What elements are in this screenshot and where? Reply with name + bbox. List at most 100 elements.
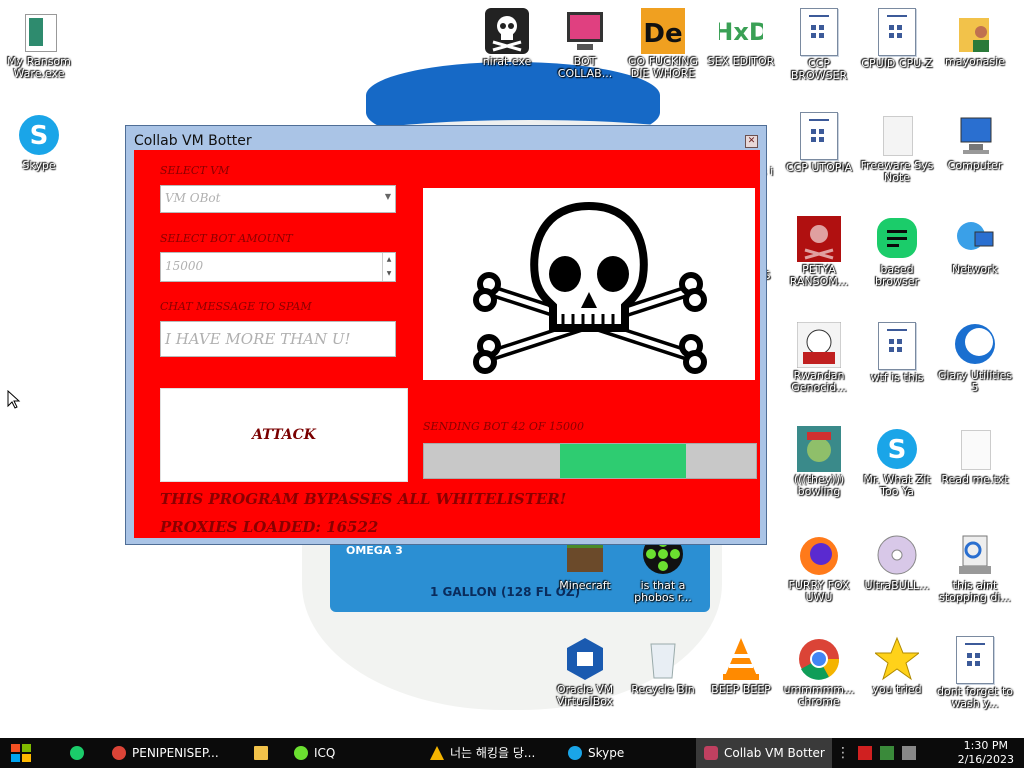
desktop-icon-mayonasie[interactable]: mayonasie [936,8,1014,68]
desktop-icon-furry-fox[interactable]: FURRY FOX UWU [780,532,858,604]
bot-amount-label: SELECT BOT AMOUNT [160,232,293,245]
spin-down-icon[interactable]: ▼ [383,267,395,281]
windows-logo-icon [11,744,31,762]
chat-message-label: CHAT MESSAGE TO SPAM [160,300,312,313]
desktop-icon-computer[interactable]: Computer [936,112,1014,172]
desktop-icon-based-browser[interactable]: based browser [858,216,936,288]
bot-amount-stepper[interactable]: 15000 ▲ ▼ [160,252,396,282]
star-icon [873,636,921,682]
desktop-icon-dont-forget[interactable]: dont forget to wash y... [936,636,1014,710]
taskbar-item-skype[interactable]: Skype [562,738,688,768]
close-icon: ✕ [747,136,756,146]
spinner-buttons[interactable]: ▲ ▼ [382,253,395,281]
window-title: Collab VM Botter [134,133,252,149]
desktop-icon-ultrabull[interactable]: UltraBULL... [858,532,936,592]
recycle-bin-icon [641,636,685,682]
spin-up-icon[interactable]: ▲ [383,253,395,267]
chat-message-input[interactable]: I HAVE MORE THAN U! [160,321,396,357]
desktop-icon-ransomware[interactable]: My Ransom Ware.exe [0,8,78,80]
disc-icon [875,532,919,578]
desktop-icon-recycle-bin[interactable]: Recycle Bin [624,636,702,696]
volume-icon[interactable] [901,746,916,760]
document-icon [878,322,916,370]
desktop-icon-skype[interactable]: S Skype [0,112,78,172]
select-vm-dropdown[interactable]: VM OBot ▼ [160,185,396,213]
meme-icon [796,321,842,369]
bot-amount-value: 15000 [165,259,204,273]
chat-message-value: I HAVE MORE THAN U! [165,330,351,348]
collab-vm-botter-window: Collab VM Botter ✕ SELECT VM VM OBot ▼ S… [125,125,767,545]
desktop-icon-you-tried[interactable]: you tried [858,636,936,696]
desktop-icon-installer[interactable]: this aint stopping di... [936,532,1014,604]
bypass-notice-text: THIS PROGRAM BYPASSES ALL WHITELISTER! [160,490,567,508]
de-icon: De [641,8,685,54]
vlc-icon [719,636,763,682]
more-icon: ⋮ [836,745,850,761]
text-file-icon [953,426,997,472]
desktop-icon-rwandan[interactable]: Rwandan Genocid... [780,321,858,394]
taskbar-clock[interactable]: 1:30 PM 2/16/2023 [958,739,1014,767]
virtualbox-icon [563,636,607,682]
troll-icon [797,426,841,472]
document-icon [878,8,916,56]
icq-icon [294,746,308,760]
blank-document-icon [875,112,919,158]
desktop-icon-chrome[interactable]: ummmmm... chrome [780,636,858,708]
select-vm-label: SELECT VM [160,164,230,177]
desktop-icon-virtualbox[interactable]: Oracle VM VirtualBox [546,636,624,708]
desktop-icon-freeware-sys-note[interactable]: Freeware Sys Note [858,112,936,184]
warning-icon [430,746,444,760]
attack-button[interactable]: ATTACK [160,388,408,482]
desktop-icon-de[interactable]: De GO FUCKING DIE WHORE [624,8,702,80]
desktop-icon-glary[interactable]: Glary Utilities 5 [936,322,1014,394]
desktop-icon-ccp-utopia[interactable]: CCP UTOPIA [780,112,858,174]
desktop-icon-network[interactable]: Network [936,216,1014,276]
sending-status-text: SENDING BOT 42 OF 15000 [423,420,585,433]
taskbar-item-chrome[interactable]: PENIPENISEP... [104,738,244,768]
desktop-icon-ccp-browser[interactable]: CCP BROWSER [780,8,858,82]
network-icon [953,216,997,262]
chevron-down-icon: ▼ [384,192,391,201]
taskbar-item-explorer[interactable] [246,738,290,768]
desktop-icon-petya[interactable]: PETYA RANSOM... [780,216,858,288]
quick-launch-chat[interactable] [70,738,90,768]
desktop-icon-hxd[interactable]: HxD SEX EDITOR [702,8,780,68]
svg-text:S: S [888,435,907,465]
close-button[interactable]: ✕ [745,135,758,148]
desktop-icon-wtf[interactable]: wtf is this [858,322,936,384]
taskbar-item-hacked-warning[interactable]: 너는 해킹을 당... [424,738,560,768]
taskbar: PENIPENISEP... ICQ 너는 해킹을 당... Skype Col… [0,738,1024,768]
skype-icon: S [17,112,61,158]
skype-icon [568,746,582,760]
window-client-area: SELECT VM VM OBot ▼ SELECT BOT AMOUNT 15… [134,150,760,538]
tray-overflow-button[interactable]: ⋮ [836,738,850,768]
chat-icon [875,216,919,262]
desktop-icon-mr-what-zit[interactable]: S Mr. What Zit Too Ya [858,426,936,498]
svg-text:S: S [30,121,49,151]
start-button[interactable] [0,738,44,768]
hxd-icon: HxD [713,8,769,54]
desktop-icon-cpuid[interactable]: CPUID CPU-Z [858,8,936,70]
skype-icon: S [875,426,919,472]
desktop-icon-bowling[interactable]: (((they))) bowling [780,426,858,498]
petya-icon [797,216,841,262]
document-icon [800,112,838,160]
network-tray-icon[interactable] [879,746,894,760]
desktop-icon-vlc[interactable]: BEEP BEEP [702,636,780,696]
skull-crossbones-icon [473,201,707,374]
app-icon [704,746,718,760]
desktop-icon-bot-collab[interactable]: BOT COLLAB... [546,8,624,80]
clock-time: 1:30 PM [963,739,1008,752]
clock-date: 2/16/2023 [957,753,1014,766]
sending-progress-bar [423,443,757,479]
monitor-icon [563,8,607,54]
desktop-icon-nirat[interactable]: nirat.exe [468,8,546,68]
desktop-icon-readme[interactable]: Read me.txt [936,426,1014,486]
taskbar-item-icq[interactable]: ICQ [286,738,414,768]
jug-brand-text: OMEGA 3 [346,544,403,557]
chrome-icon [112,746,126,760]
skull-image-panel [423,188,755,380]
flag-icon[interactable] [858,746,872,760]
glary-icon [953,322,997,368]
taskbar-item-collab-vm-botter[interactable]: Collab VM Botter [696,738,832,768]
